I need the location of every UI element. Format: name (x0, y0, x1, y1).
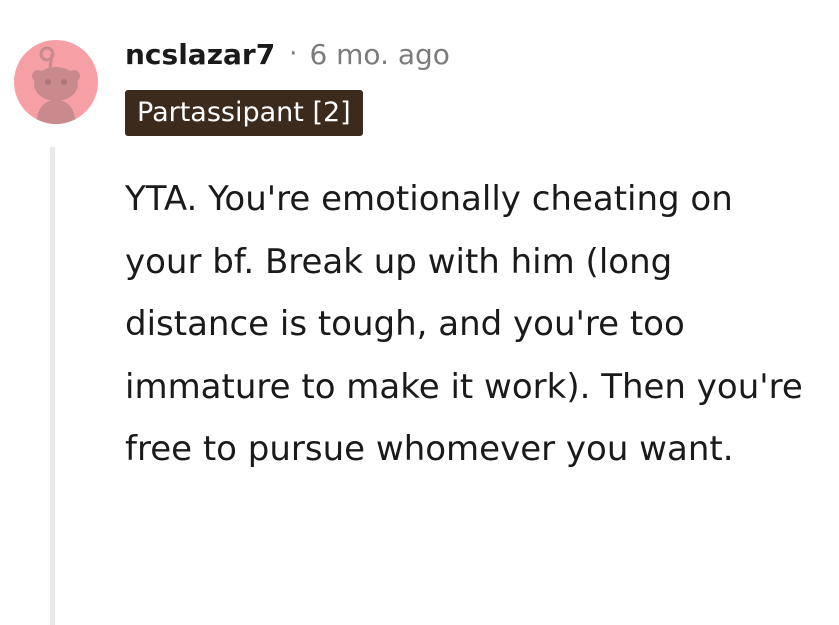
comment-header: ncslazar7 · 6 mo. ago (125, 34, 450, 74)
comment-body: YTA. You're emotionally cheating on your… (125, 179, 803, 469)
timestamp-link[interactable]: 6 mo. ago (309, 38, 450, 71)
separator-dot: · (289, 39, 298, 69)
user-flair-badge: Partassipant [2] (125, 90, 363, 136)
comment: ncslazar7 · 6 mo. ago Partassipant [2] Y… (0, 0, 839, 625)
snoo-avatar-icon (32, 46, 80, 124)
avatar[interactable] (14, 40, 98, 124)
thread-collapse-line[interactable] (50, 147, 55, 625)
username-link[interactable]: ncslazar7 (125, 38, 275, 71)
